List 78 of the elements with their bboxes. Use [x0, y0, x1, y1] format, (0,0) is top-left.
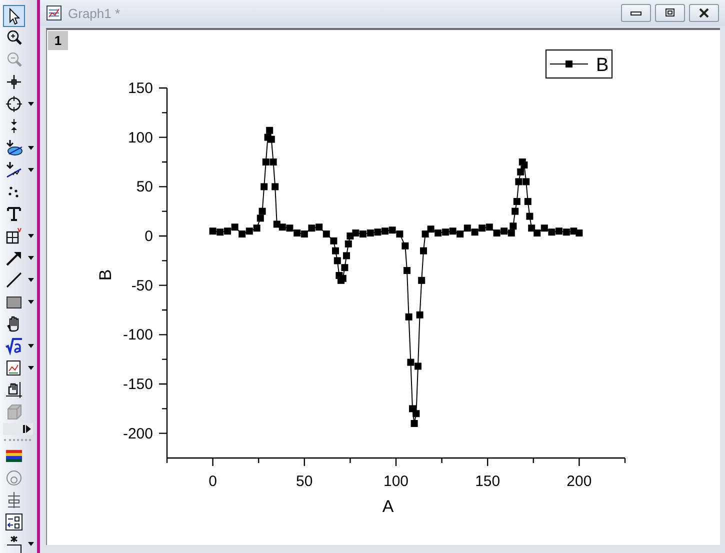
data-point [513, 198, 520, 205]
data-point [420, 247, 427, 254]
caret-icon[interactable] [28, 256, 34, 260]
equation-tool[interactable] [3, 335, 25, 357]
zoom-in-icon [5, 29, 23, 47]
graph-window-icon [46, 5, 62, 21]
legend-symbol-icon [550, 60, 588, 68]
caret-icon[interactable] [28, 366, 34, 370]
data-point [260, 183, 268, 190]
data-point [512, 208, 519, 215]
layer-tab[interactable]: 1 [48, 31, 68, 50]
data-point [524, 198, 532, 205]
hand-grid-icon [5, 381, 23, 399]
target-icon [5, 95, 23, 113]
hand-grid-tool[interactable] [3, 379, 25, 401]
y-axis-title: B [96, 269, 115, 281]
y-tick-label: -150 [122, 376, 153, 393]
link-columns-icon [5, 513, 23, 531]
arrow-icon [5, 249, 23, 267]
caret-icon[interactable] [28, 542, 34, 546]
window-title: Graph1 * [68, 6, 120, 20]
close-button[interactable] [689, 4, 719, 22]
data-point [272, 183, 279, 190]
grid-icon [5, 227, 23, 245]
x-tick-label: 50 [296, 473, 313, 490]
caret-icon[interactable] [28, 300, 34, 304]
restore-button[interactable] [655, 4, 685, 22]
restore-icon [664, 8, 676, 18]
text-tool-icon [5, 205, 23, 223]
x-tick-label: 150 [475, 473, 500, 490]
y-tick-label: -200 [122, 425, 153, 442]
legend-label: B [596, 55, 609, 76]
y-tick-label: 150 [128, 80, 153, 97]
pointer-tool[interactable] [3, 5, 25, 27]
minimize-icon [630, 9, 642, 17]
y-tick-label: 0 [144, 228, 153, 245]
graph-icon [5, 359, 23, 377]
zoom-out-icon [5, 51, 23, 69]
x-tick-label: 200 [566, 473, 592, 490]
data-point [410, 420, 418, 427]
target-tool[interactable] [3, 93, 25, 115]
color-bars-icon [5, 447, 23, 465]
toolbar-expand-button[interactable] [3, 423, 33, 435]
equation-icon [5, 337, 23, 355]
x-tick-label: 0 [208, 473, 217, 490]
legend-box [546, 50, 612, 78]
mask-icon [5, 161, 23, 179]
x-tick-label: 100 [383, 473, 409, 490]
expand-icon [22, 424, 32, 434]
y-tick-label: -100 [122, 326, 153, 344]
data-point [418, 276, 426, 284]
minimize-button[interactable] [621, 4, 651, 22]
y-tick-label: 100 [128, 129, 153, 146]
crosshair-icon [5, 73, 23, 91]
caret-icon[interactable] [28, 344, 34, 348]
data-point [416, 311, 424, 318]
asterisk-icon [5, 535, 23, 553]
dial-icon [5, 469, 23, 487]
caret-icon[interactable] [28, 168, 34, 172]
y-tick-label: 50 [136, 178, 153, 196]
data-point [332, 247, 339, 254]
caret-icon[interactable] [28, 278, 34, 282]
link-columns-tool[interactable] [3, 511, 25, 533]
caret-icon[interactable] [28, 102, 34, 106]
data-point [405, 313, 412, 320]
caret-icon[interactable] [28, 234, 34, 238]
close-icon [698, 8, 710, 18]
caret-icon[interactable] [28, 146, 34, 150]
data-point [402, 242, 409, 250]
component-icon [5, 491, 23, 509]
line-icon [5, 271, 23, 289]
data-point [404, 267, 410, 274]
y-tick-label: -50 [131, 277, 153, 294]
cube-icon [5, 403, 23, 421]
region-select-icon [5, 139, 23, 157]
data-point [343, 252, 350, 260]
data-point [526, 212, 534, 220]
x-axis-title: A [382, 497, 394, 516]
